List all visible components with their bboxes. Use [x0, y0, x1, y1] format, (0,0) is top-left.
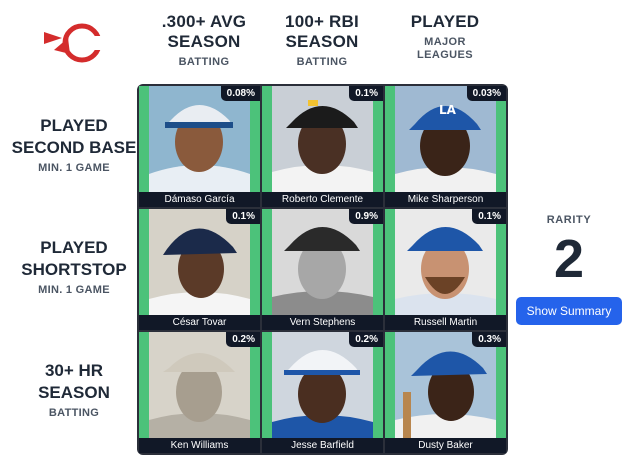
- row-title-line2: SHORTSTOP: [21, 260, 127, 279]
- column-subtitle: BATTING: [178, 56, 230, 68]
- row-header-3: 30+ HR SEASON BATTING: [10, 360, 138, 419]
- grid-cell[interactable]: 0.1% Russell Martin: [385, 209, 506, 330]
- player-photo: [272, 209, 373, 316]
- rarity-score: 2: [553, 229, 585, 289]
- player-name: Dámaso García: [139, 192, 260, 207]
- column-header-2: 100+ RBI SEASON BATTING: [265, 12, 379, 68]
- rarity-percent-badge: 0.1%: [349, 86, 383, 101]
- rarity-label: RARITY: [546, 214, 592, 226]
- player-photo: [395, 332, 496, 439]
- row-title-line2: SECOND BASE: [11, 138, 137, 157]
- player-photo: [149, 86, 250, 193]
- player-name: Russell Martin: [385, 315, 506, 330]
- rarity-percent-badge: 0.1%: [226, 209, 260, 224]
- column-header-3: PLAYED MAJOR LEAGUES: [388, 12, 502, 61]
- column-title-line1: 100+ RBI: [285, 12, 359, 31]
- rarity-percent-badge: 0.2%: [226, 332, 260, 347]
- player-photo: LA: [395, 86, 496, 193]
- rarity-percent-badge: 0.1%: [472, 209, 506, 224]
- row-header-1: PLAYED SECOND BASE MIN. 1 GAME: [10, 115, 138, 174]
- grid-cell[interactable]: 0.1% Roberto Clemente: [262, 86, 383, 207]
- row-title-line2: SEASON: [38, 383, 110, 402]
- column-subtitle: MAJOR: [424, 36, 466, 48]
- svg-text:LA: LA: [439, 103, 457, 117]
- row-title-line1: PLAYED: [40, 116, 108, 135]
- grid-cell[interactable]: 0.2% Ken Williams: [139, 332, 260, 453]
- player-photo: [395, 209, 496, 316]
- rarity-percent-badge: 0.9%: [349, 209, 383, 224]
- column-subtitle-line2: LEAGUES: [417, 49, 473, 61]
- player-name: Dusty Baker: [385, 438, 506, 453]
- player-name: César Tovar: [139, 315, 260, 330]
- row-header-2: PLAYED SHORTSTOP MIN. 1 GAME: [10, 237, 138, 296]
- rarity-percent-badge: 0.08%: [220, 86, 260, 101]
- grid-cell[interactable]: 0.3% Dusty Baker: [385, 332, 506, 453]
- player-photo: [272, 332, 373, 439]
- rarity-percent-badge: 0.03%: [466, 86, 506, 101]
- baseball-logo-icon[interactable]: [40, 20, 104, 66]
- rarity-percent-badge: 0.2%: [349, 332, 383, 347]
- column-title-line2: SEASON: [167, 32, 241, 51]
- player-name: Vern Stephens: [262, 315, 383, 330]
- show-summary-button[interactable]: Show Summary: [516, 297, 622, 325]
- column-title-line1: .300+ AVG: [161, 12, 247, 31]
- grid-cell[interactable]: 0.08% Dámaso García: [139, 86, 260, 207]
- grid-cell[interactable]: 0.9% Vern Stephens: [262, 209, 383, 330]
- player-name: Mike Sharperson: [385, 192, 506, 207]
- grid-cell[interactable]: 0.2% Jesse Barfield: [262, 332, 383, 453]
- row-subtitle: BATTING: [48, 407, 100, 419]
- answer-grid: 0.08% Dámaso García 0.1% Roberto Clement…: [137, 84, 508, 455]
- column-title-line2: SEASON: [285, 32, 359, 51]
- player-name: Roberto Clemente: [262, 192, 383, 207]
- player-photo: [272, 86, 373, 193]
- player-photo: [149, 332, 250, 439]
- player-photo: [149, 209, 250, 316]
- player-name: Ken Williams: [139, 438, 260, 453]
- row-subtitle: MIN. 1 GAME: [38, 162, 110, 174]
- grid-cell[interactable]: 0.1% César Tovar: [139, 209, 260, 330]
- rarity-percent-badge: 0.3%: [472, 332, 506, 347]
- column-header-1: .300+ AVG SEASON BATTING: [147, 12, 261, 68]
- row-subtitle: MIN. 1 GAME: [38, 284, 110, 296]
- column-subtitle: BATTING: [296, 56, 348, 68]
- row-title-line1: 30+ HR: [44, 361, 104, 380]
- grid-cell[interactable]: LA 0.03% Mike Sharperson: [385, 86, 506, 207]
- column-title-line1: PLAYED: [410, 12, 480, 31]
- row-title-line1: PLAYED: [40, 238, 108, 257]
- player-name: Jesse Barfield: [262, 438, 383, 453]
